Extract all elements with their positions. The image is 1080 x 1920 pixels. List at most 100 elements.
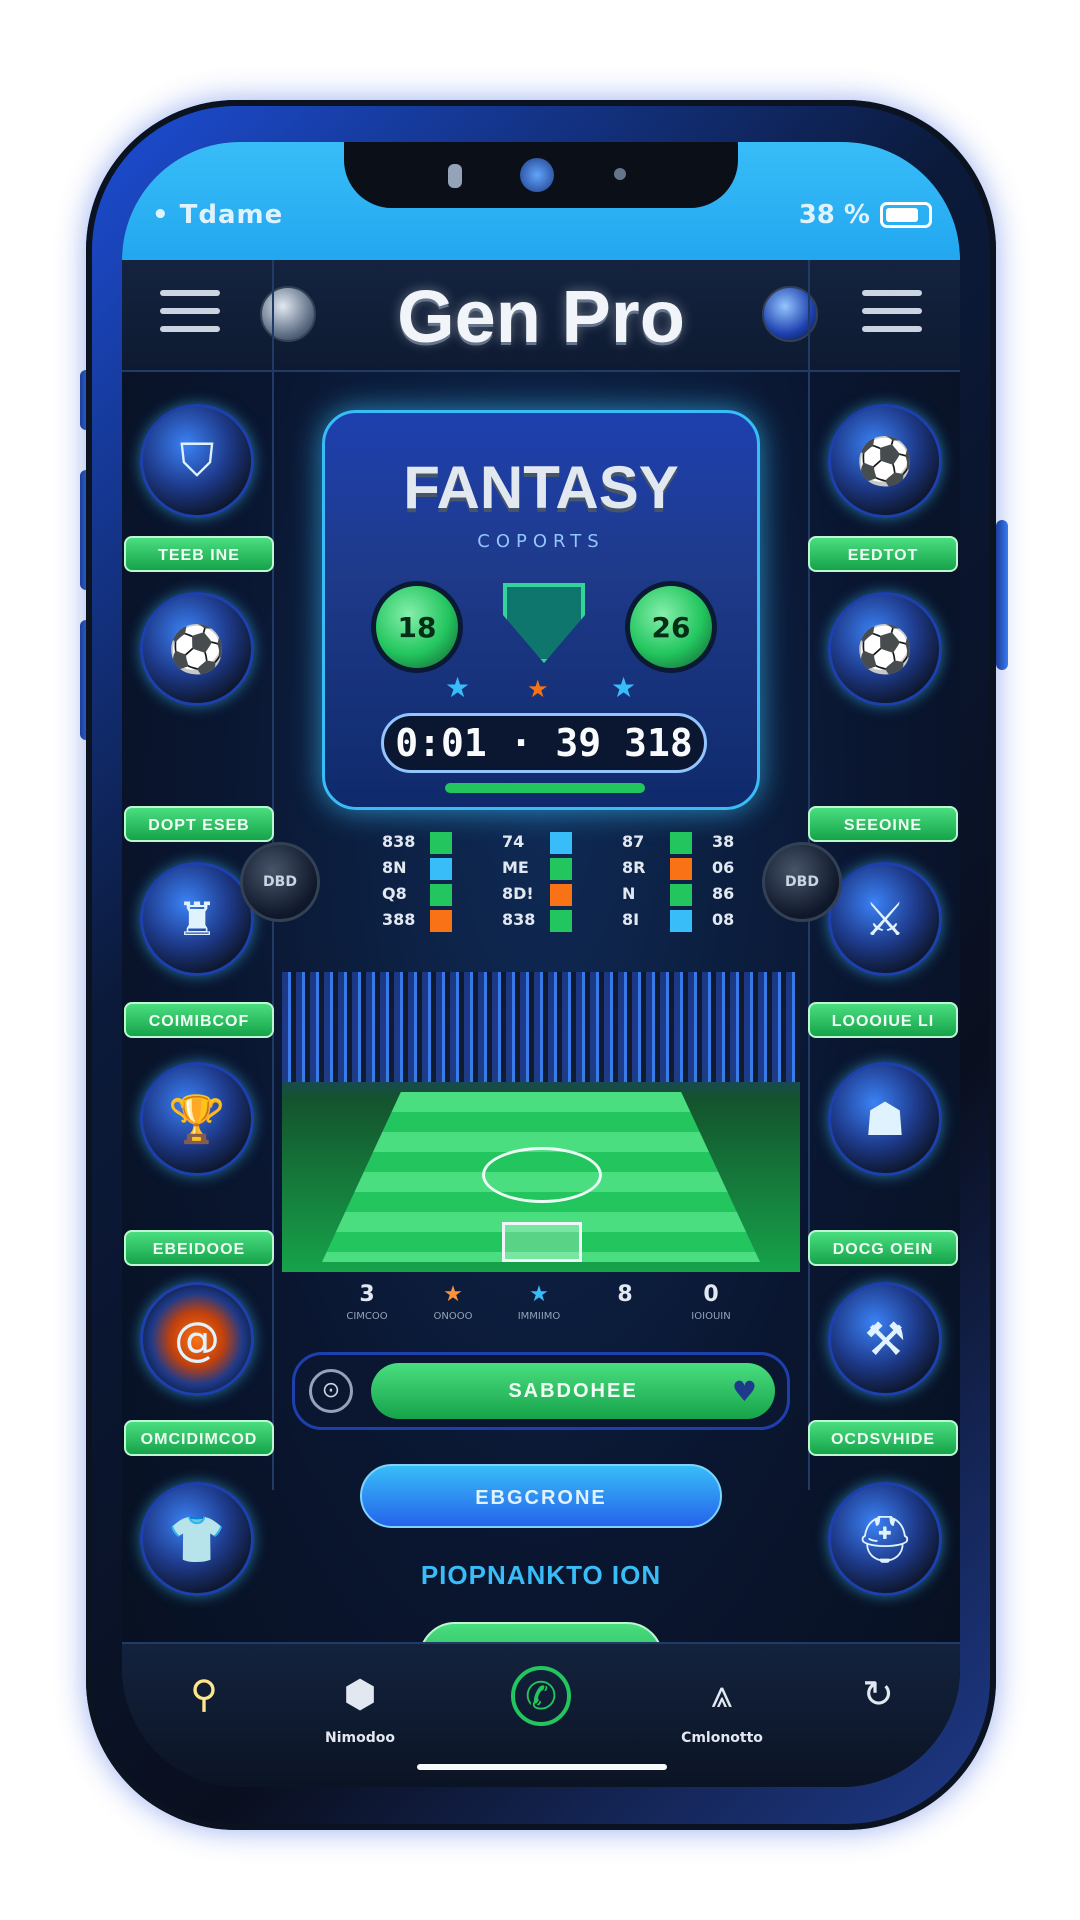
center-circle bbox=[482, 1147, 602, 1203]
left-label-4[interactable]: EBEIDOOE bbox=[124, 1230, 274, 1266]
left-card-6[interactable]: 👕 bbox=[128, 1482, 266, 1620]
tab-cmlonotto[interactable]: ⩓ Cmlonotto bbox=[662, 1666, 782, 1746]
stage: • Tdame 38 % Gen Pro ⛉ TEEB INE ⚽ DOPT E… bbox=[0, 0, 1080, 1920]
tab-nimodoo[interactable]: ⬢ Nimodoo bbox=[300, 1666, 420, 1746]
right-label-5[interactable]: OCDSVHIDE bbox=[808, 1420, 958, 1456]
goal-icon bbox=[502, 1222, 582, 1262]
phone-screen: • Tdame 38 % Gen Pro ⛉ TEEB INE ⚽ DOPT E… bbox=[122, 142, 960, 1787]
star-icon: ★ bbox=[611, 671, 637, 704]
soccer-ball-icon: ⚽ bbox=[828, 404, 942, 518]
stat-value: 86 bbox=[712, 884, 735, 903]
battery-percent: 38 % bbox=[798, 200, 870, 230]
stat-indicator bbox=[550, 910, 572, 932]
stat-indicator bbox=[670, 884, 692, 906]
crowd bbox=[282, 972, 800, 1082]
trophy-icon: 🏆 bbox=[140, 1062, 254, 1176]
app-header: Gen Pro bbox=[122, 260, 960, 372]
stat-indicator bbox=[670, 858, 692, 880]
promo-title: FANTASY bbox=[403, 454, 679, 521]
stat-value: 06 bbox=[712, 858, 735, 877]
camera-icon bbox=[520, 158, 554, 192]
home-indicator[interactable] bbox=[417, 1764, 667, 1770]
heart-icon[interactable]: ♥ bbox=[732, 1375, 757, 1408]
stat-value: ME bbox=[502, 858, 529, 877]
stat-indicator bbox=[430, 910, 452, 932]
score-right: 26 bbox=[625, 581, 717, 673]
location-pin-icon: ⚲ bbox=[190, 1672, 218, 1716]
stat-indicator bbox=[430, 884, 452, 906]
battery-icon bbox=[880, 202, 932, 228]
stat-value: 8N bbox=[382, 858, 407, 877]
mini-stat-3: ★ IMMIIMO bbox=[517, 1282, 561, 1322]
right-card-6[interactable]: ⛑ bbox=[816, 1482, 954, 1620]
mini-stat-2: ★ ONOOO bbox=[433, 1282, 473, 1322]
star-icon: ★ bbox=[445, 671, 471, 704]
carrier-label: • Tdame bbox=[152, 200, 284, 230]
stadium-icon: ⩓ bbox=[711, 1672, 733, 1716]
left-card-4[interactable]: 🏆 bbox=[128, 1062, 266, 1200]
left-label-2[interactable]: DOPT ESEB bbox=[124, 806, 274, 842]
mini-stat-5: 0 IOIOUIN bbox=[691, 1282, 731, 1322]
left-card-1[interactable]: ⛉ bbox=[128, 404, 266, 542]
spiral-badge-icon: @ bbox=[140, 1282, 254, 1396]
countdown-timer: 0:01 · 39 318 bbox=[381, 713, 707, 773]
sensor-dot-icon bbox=[614, 168, 626, 180]
right-card-1[interactable]: ⚽ bbox=[816, 404, 954, 542]
stats-grid: 838 74 87 38 8N ME 8R 06 Q8 8D! N 86 388 838 8I 08 bbox=[322, 832, 760, 942]
left-label-3[interactable]: COIMIBCOF bbox=[124, 1002, 274, 1038]
stat-value: 38 bbox=[712, 832, 735, 851]
primary-action-button[interactable]: SABDOHEE bbox=[371, 1363, 775, 1419]
soccer-ball-icon: ⚽ bbox=[828, 592, 942, 706]
right-card-2[interactable]: ⚽ bbox=[816, 592, 954, 730]
right-label-3[interactable]: LOOOIUE LI bbox=[808, 1002, 958, 1038]
left-card-2[interactable]: ⚽ bbox=[128, 592, 266, 730]
stat-indicator bbox=[670, 832, 692, 854]
right-card-4[interactable]: ☗ bbox=[816, 1062, 954, 1200]
right-label-1[interactable]: EEDTOT bbox=[808, 536, 958, 572]
right-card-5[interactable]: ⚒ bbox=[816, 1282, 954, 1420]
record-icon[interactable]: ⊙ bbox=[309, 1369, 353, 1413]
left-card-5[interactable]: @ bbox=[128, 1282, 266, 1420]
stat-value: 87 bbox=[622, 832, 645, 851]
promo-caption: PIOPNANKTO ION bbox=[420, 1560, 662, 1590]
helmet-ball-icon: ⚽ bbox=[140, 592, 254, 706]
timer-progress bbox=[445, 783, 645, 793]
phone-icon: ✆ bbox=[511, 1666, 571, 1726]
power-button[interactable] bbox=[996, 520, 1008, 670]
stat-indicator bbox=[550, 884, 572, 906]
mini-stats-row: 3 CIMCOO ★ ONOOO ★ IMMIIMO 8 0 IOIOUIN bbox=[322, 1282, 760, 1342]
battery-level bbox=[886, 208, 918, 222]
left-label-5[interactable]: OMCIDIMCOD bbox=[124, 1420, 274, 1456]
star-icon: ★ bbox=[527, 675, 549, 703]
app-title: Gen Pro bbox=[397, 275, 685, 358]
stat-value: Q8 bbox=[382, 884, 407, 903]
secondary-action-button[interactable]: EBGCRONE bbox=[360, 1464, 722, 1528]
stadium-image bbox=[282, 972, 800, 1272]
left-label-1[interactable]: TEEB INE bbox=[124, 536, 274, 572]
right-label-2[interactable]: SEEOINE bbox=[808, 806, 958, 842]
stat-value: 8R bbox=[622, 858, 646, 877]
stat-indicator bbox=[430, 832, 452, 854]
cube-icon: ⬢ bbox=[343, 1672, 377, 1716]
tab-phone[interactable]: ✆ bbox=[481, 1666, 601, 1734]
sensor-icon bbox=[448, 164, 462, 188]
tab-refresh[interactable]: ↻ bbox=[818, 1666, 938, 1730]
shield-emblem-icon: ⛉ bbox=[140, 404, 254, 518]
action-bar: ⊙ SABDOHEE ♥ bbox=[292, 1352, 790, 1430]
right-label-4[interactable]: DOCG OEIN bbox=[808, 1230, 958, 1266]
right-round-button[interactable]: DBD bbox=[762, 842, 842, 922]
mascot-badge-icon: ☗ bbox=[828, 1062, 942, 1176]
stat-value: 388 bbox=[382, 910, 416, 929]
camera-notch bbox=[344, 142, 738, 208]
shield-logo-icon bbox=[503, 583, 585, 663]
tab-location[interactable]: ⚲ bbox=[144, 1666, 264, 1730]
promo-subtitle: COPORTS bbox=[477, 531, 605, 552]
stat-value: 838 bbox=[502, 910, 536, 929]
stat-indicator bbox=[550, 832, 572, 854]
stat-value: 8I bbox=[622, 910, 640, 929]
menu-right-icon[interactable] bbox=[862, 290, 922, 338]
stat-value: 8D! bbox=[502, 884, 534, 903]
fantasy-promo-card[interactable]: FANTASY COPORTS 18 26 ★ ★ ★ 0:01 · 39 31… bbox=[322, 410, 760, 810]
left-round-button[interactable]: DBD bbox=[240, 842, 320, 922]
stat-indicator bbox=[430, 858, 452, 880]
